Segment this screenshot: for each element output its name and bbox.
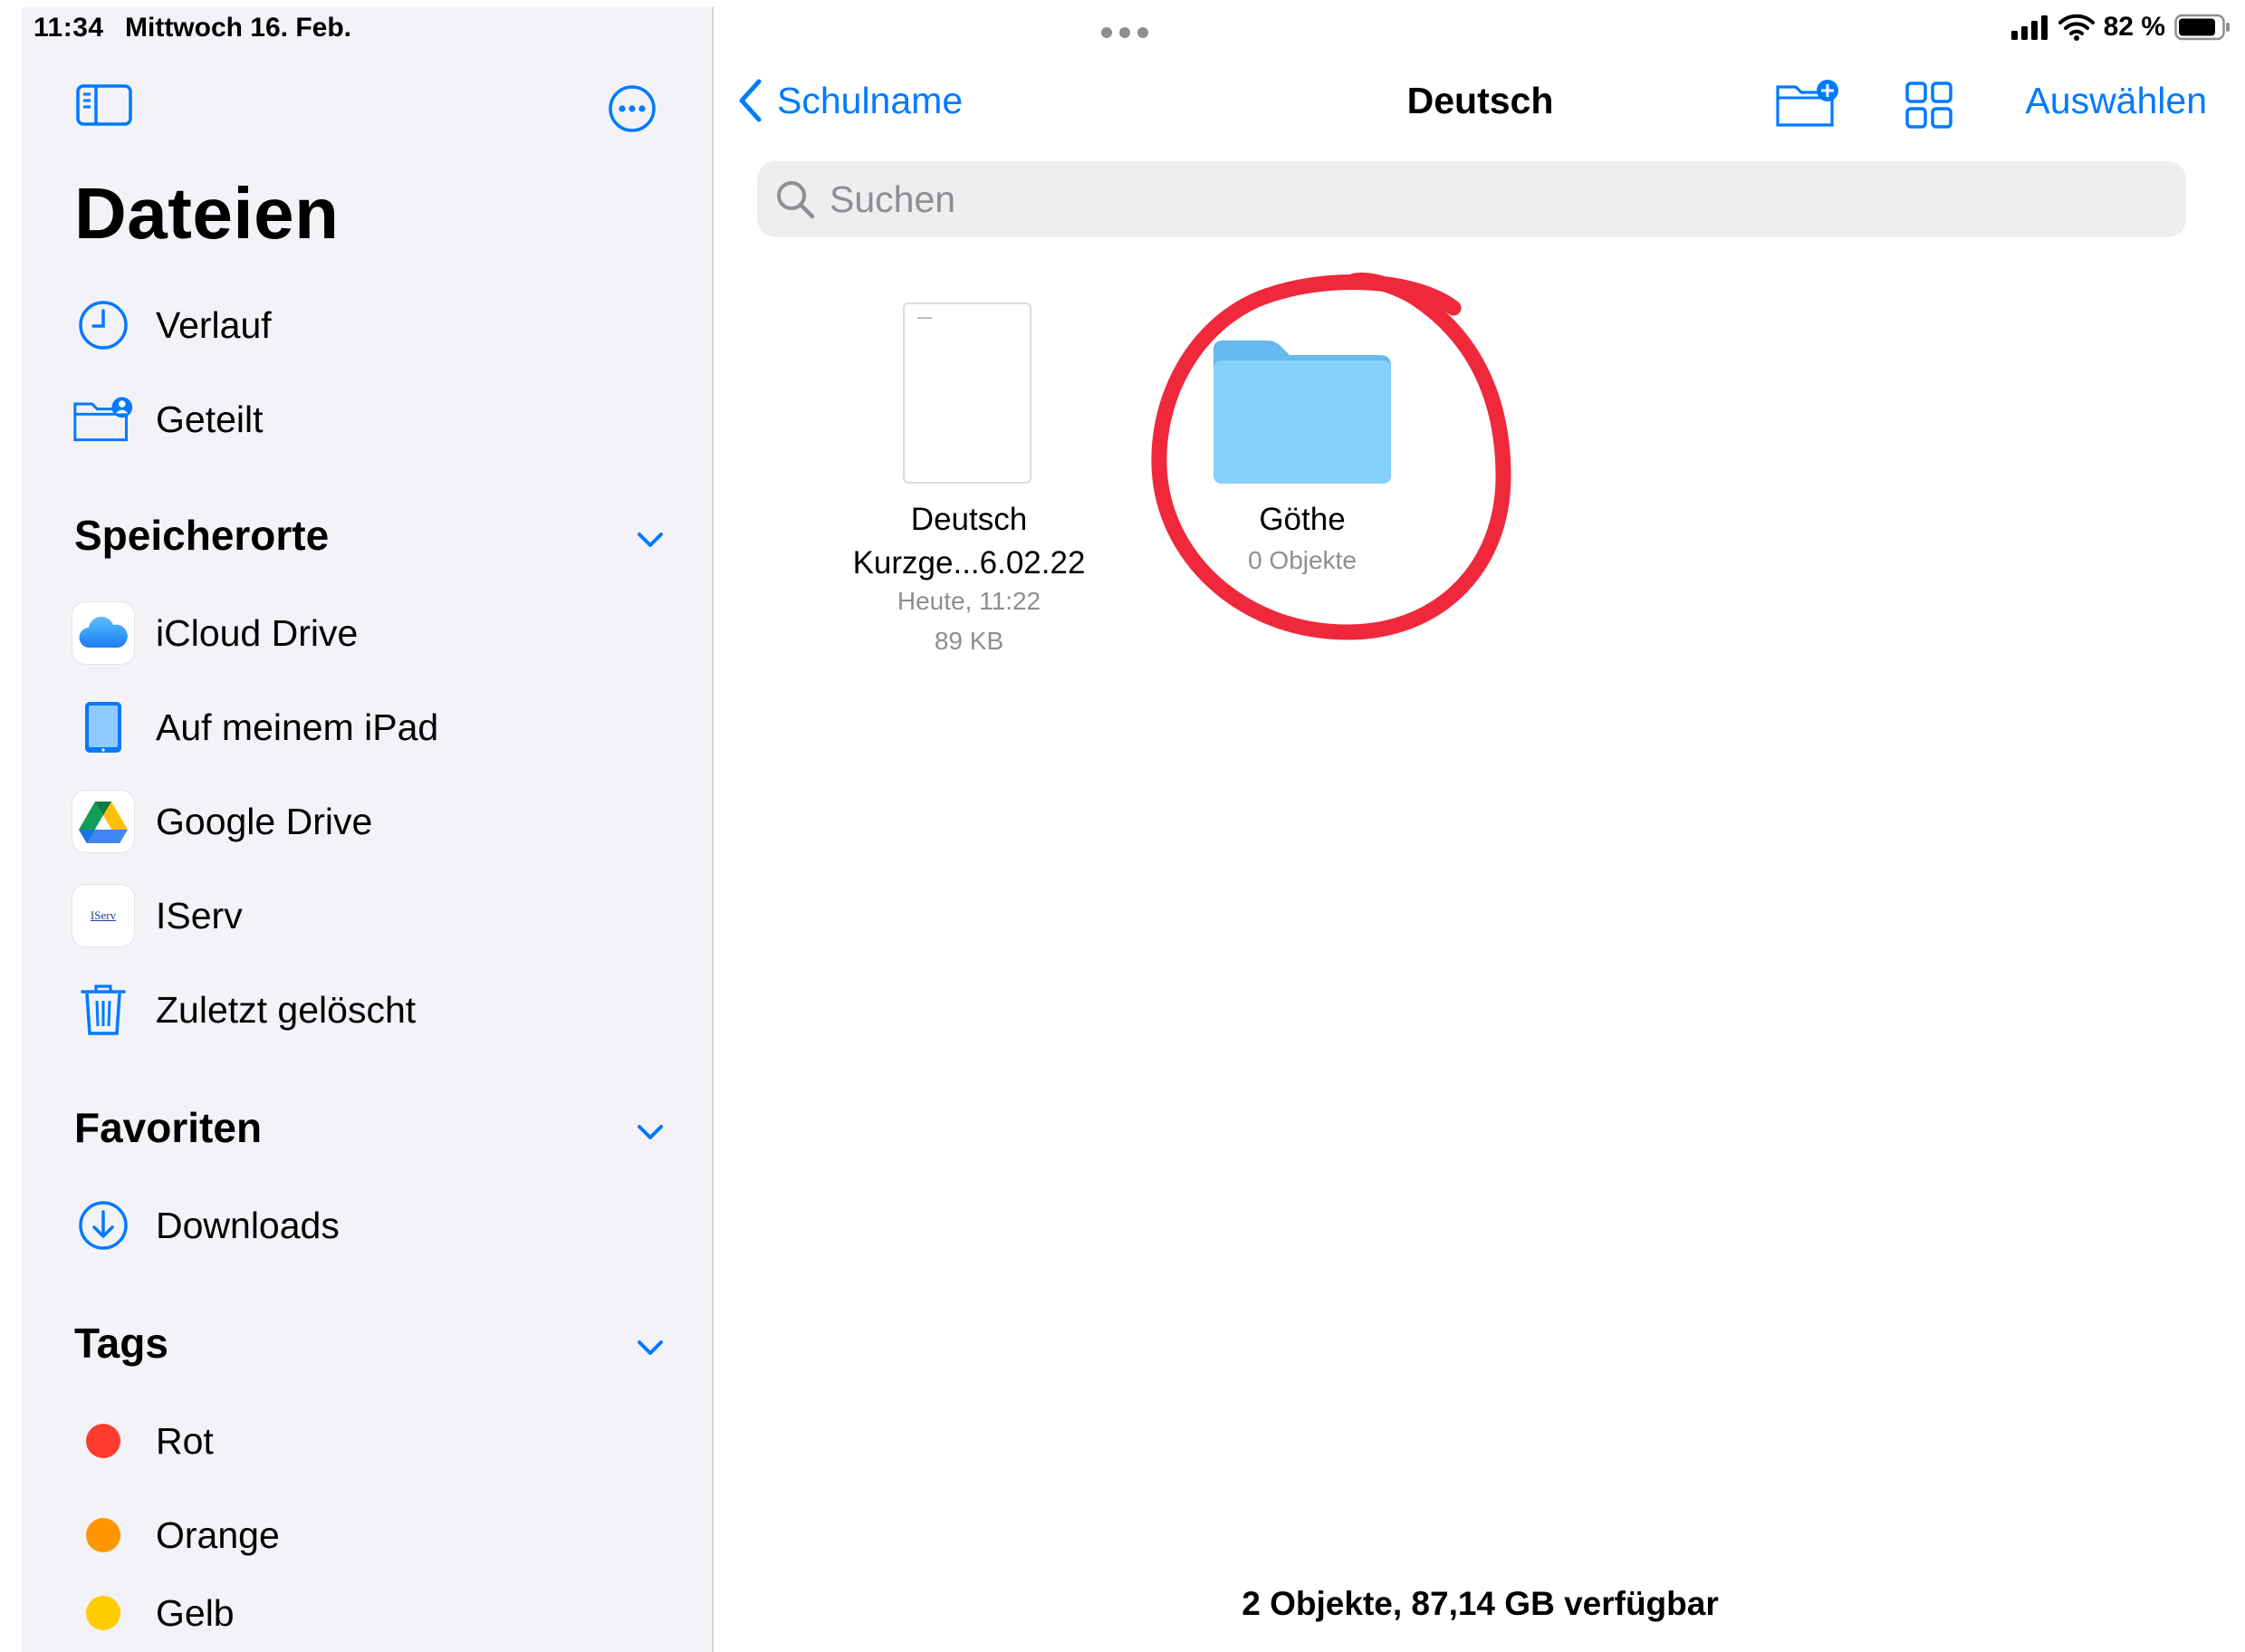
file-date: Heute, 11:22 — [897, 587, 1041, 615]
more-options-button[interactable] — [607, 83, 657, 134]
collapse-speicherorte-button[interactable] — [632, 522, 668, 558]
sidebar: 11:34 Mittwoch 16. Feb. Dateien Verlauf — [22, 7, 714, 1652]
sidebar-item-geteilt[interactable]: Geteilt — [22, 379, 712, 460]
iserv-icon: IServ — [72, 885, 134, 946]
battery-icon — [2174, 14, 2230, 41]
file-size: 89 KB — [934, 627, 1004, 655]
sidebar-item-label: Downloads — [156, 1204, 340, 1246]
ellipsis-circle-icon — [609, 85, 656, 132]
ipad-icon — [72, 696, 134, 758]
sidebar-item-label: Zuletzt gelöscht — [156, 988, 417, 1031]
sidebar-item-icloud-drive[interactable]: iCloud Drive — [22, 592, 712, 674]
sidebar-item-label: IServ — [156, 894, 243, 936]
sidebar-tag-gelb[interactable]: Gelb — [22, 1572, 712, 1652]
status-time: 11:34 — [34, 13, 104, 43]
sidebar-item-label: Gelb — [156, 1591, 235, 1634]
tag-color-dot — [72, 1410, 134, 1472]
ellipsis-icon — [1101, 27, 1148, 38]
sidebar-title: Dateien — [74, 173, 340, 254]
search-input[interactable] — [830, 178, 2097, 221]
sidebar-item-label: Google Drive — [156, 800, 373, 842]
search-icon — [777, 181, 815, 219]
sidebar-item-iserv[interactable]: IServ IServ — [22, 875, 712, 956]
cellular-signal-icon — [2010, 15, 2048, 40]
new-folder-button[interactable] — [1775, 78, 1840, 129]
sidebar-item-google-drive[interactable]: Google Drive — [22, 781, 712, 862]
sidebar-item-label: Verlauf — [156, 303, 272, 346]
folder-name: Göthe — [1259, 502, 1346, 537]
select-button[interactable]: Auswählen — [2025, 80, 2207, 122]
section-heading-favoriten: Favoriten — [74, 1104, 263, 1151]
iserv-logo-text: IServ — [90, 908, 117, 922]
sidebar-item-label: Geteilt — [156, 398, 264, 440]
shared-folder-icon — [72, 389, 134, 450]
sidebar-item-verlauf[interactable]: Verlauf — [22, 284, 712, 366]
folder-item-count: 0 Objekte — [1248, 546, 1357, 574]
sidebar-toggle-button[interactable] — [76, 83, 132, 127]
sidebar-item-downloads[interactable]: Downloads — [22, 1185, 712, 1266]
sidebar-item-auf-meinem-ipad[interactable]: Auf meinem iPad — [22, 687, 712, 768]
tag-color-dot — [72, 1582, 134, 1644]
battery-percentage: 82 % — [2103, 12, 2165, 42]
sidebar-item-label: Rot — [156, 1419, 214, 1462]
clock-icon — [72, 294, 134, 356]
chevron-down-icon — [638, 533, 663, 547]
collapse-tags-button[interactable] — [632, 1330, 668, 1366]
chevron-down-icon — [638, 1125, 663, 1139]
google-drive-icon — [72, 791, 134, 852]
view-mode-button[interactable] — [1904, 80, 1954, 130]
chevron-left-icon — [739, 79, 762, 122]
wifi-icon — [2058, 14, 2095, 41]
chevron-down-icon — [638, 1340, 663, 1355]
download-icon — [72, 1195, 134, 1256]
icloud-icon — [72, 602, 134, 664]
status-bar-right: 82 % — [2010, 9, 2231, 45]
sidebar-tag-rot[interactable]: Rot — [22, 1400, 712, 1482]
multitasking-handle[interactable] — [1098, 22, 1152, 43]
main-content: 82 % Schulname Deutsch Auswählen Suchen … — [715, 0, 2245, 1652]
sidebar-item-zuletzt-geloescht[interactable]: Zuletzt gelöscht — [22, 969, 712, 1051]
sidebar-tag-orange[interactable]: Orange — [22, 1494, 712, 1576]
status-date: Mittwoch 16. Feb. — [125, 13, 352, 43]
footer-storage-info: 2 Objekte, 87,14 GB verfügbar — [1242, 1585, 1719, 1622]
sidebar-item-label: Auf meinem iPad — [156, 706, 439, 748]
page-title: Deutsch — [1406, 80, 1554, 121]
sidebar-icon — [76, 84, 132, 126]
back-button-label: Schulname — [777, 79, 964, 121]
tag-color-dot — [72, 1504, 134, 1566]
collapse-favoriten-button[interactable] — [632, 1114, 668, 1150]
section-heading-speicherorte: Speicherorte — [74, 512, 330, 559]
search-bar[interactable] — [757, 161, 2186, 237]
back-button[interactable]: Schulname — [737, 78, 963, 123]
file-name: Deutsch Kurzge...6.02.22 — [852, 502, 1086, 581]
folder-icon[interactable] — [1210, 337, 1395, 485]
grid-icon — [1905, 82, 1952, 129]
sidebar-item-label: iCloud Drive — [156, 611, 359, 654]
trash-icon — [72, 979, 134, 1041]
sidebar-item-label: Orange — [156, 1513, 280, 1556]
section-heading-tags: Tags — [74, 1320, 168, 1367]
document-thumbnail[interactable] — [903, 303, 1031, 484]
folder-badge-plus-icon — [1776, 80, 1838, 127]
